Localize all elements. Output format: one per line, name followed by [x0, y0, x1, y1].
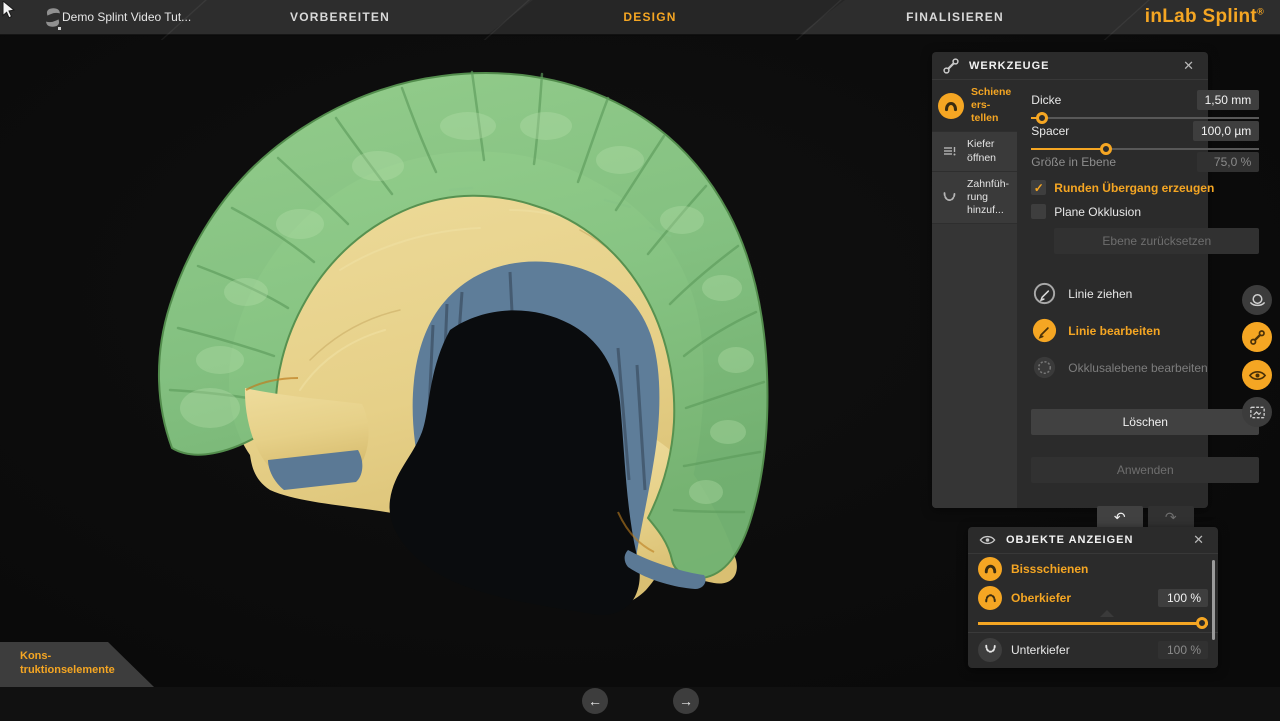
next-arrow-icon: → [679, 693, 693, 709]
close-icon[interactable]: ✕ [1189, 530, 1208, 550]
orbit-view-button[interactable] [1242, 285, 1272, 315]
tab-zahnfuehrung-hinzufuegen[interactable]: Zahnfüh-rung hinzuf... [932, 172, 1017, 224]
divider [968, 632, 1218, 633]
edit-occlusal-plane-tool[interactable]: Okklusalebene bearbeiten [1031, 354, 1259, 381]
orbit-view-icon [1248, 291, 1267, 310]
spacer-label: Spacer [1031, 124, 1069, 138]
objects-panel-scrollbar[interactable] [1212, 560, 1215, 640]
app-brand: inLab Splint® [1145, 6, 1264, 28]
tab-kiefer-oeffnen[interactable]: Kiefer öffnen [932, 132, 1017, 171]
prev-arrow-icon: ← [588, 693, 602, 709]
checkbox-plane-okklusion[interactable]: Plane Okklusion [1031, 204, 1259, 220]
mouse-cursor [2, 1, 18, 19]
checkbox-checked-icon[interactable]: ✓ [1031, 180, 1046, 195]
slider-notch [1100, 610, 1114, 617]
spacer-value-field[interactable]: 100,0 µm [1193, 121, 1259, 141]
groesse-value-field: 75,0 % [1197, 152, 1259, 172]
screenshot-button[interactable] [1242, 397, 1272, 427]
tab-schiene-erstellen[interactable]: Schiene ers-tellen [932, 80, 1017, 132]
wrench-icon [1249, 329, 1266, 346]
articulator-icon [938, 143, 960, 160]
objects-panel-header: OBJEKTE ANZEIGEN ✕ [968, 527, 1218, 554]
eye-icon [978, 532, 997, 548]
dicke-label: Dicke [1031, 93, 1061, 107]
phase-tab-vorbereiten[interactable]: VORBEREITEN [290, 10, 390, 24]
occlusal-plane-icon [1031, 354, 1058, 381]
screenshot-icon [1248, 403, 1267, 422]
document-title: Demo Splint Video Tut... [62, 10, 191, 24]
phase-tab-design[interactable]: DESIGN [623, 10, 676, 24]
edit-line-tool[interactable]: Linie bearbeiten [1031, 317, 1259, 344]
show-objects-button[interactable] [1242, 360, 1272, 390]
eye-icon [1248, 366, 1267, 385]
splint-arch-icon [938, 93, 964, 119]
checkbox-runden-uebergang[interactable]: ✓ Runden Übergang erzeugen [1031, 180, 1259, 196]
upper-jaw-icon [978, 586, 1002, 610]
tools-panel-title: WERKZEUGE [969, 60, 1179, 72]
draw-line-icon [1031, 280, 1058, 307]
tools-toggle-button[interactable] [1242, 322, 1272, 352]
oberkiefer-slider-knob[interactable] [1196, 617, 1208, 629]
splint-arch-icon [978, 557, 1002, 581]
objects-panel-title: OBJEKTE ANZEIGEN [1006, 534, 1189, 546]
reset-plane-button[interactable]: Ebene zurücksetzen [1054, 228, 1259, 254]
unterkiefer-opacity-field: 100 % [1158, 641, 1208, 659]
phase-tab-finalisieren[interactable]: FINALISIEREN [906, 10, 1004, 24]
dicke-slider-knob[interactable] [1036, 112, 1048, 124]
spacer-slider-knob[interactable] [1100, 143, 1112, 155]
undo-button[interactable]: ↶ [1097, 506, 1143, 529]
delete-button[interactable]: Löschen [1031, 409, 1259, 435]
title-indicator-dot [58, 27, 61, 30]
close-icon[interactable]: ✕ [1179, 56, 1198, 76]
oberkiefer-opacity-slider[interactable] [978, 617, 1208, 629]
guidance-arch-icon [938, 189, 960, 206]
bottom-bar [0, 687, 1280, 721]
next-step-button[interactable]: → [673, 688, 699, 714]
redo-button[interactable]: ↷ [1148, 506, 1194, 529]
tools-panel-header: WERKZEUGE ✕ [932, 52, 1208, 80]
wrench-icon [942, 57, 960, 75]
tools-tab-column: Schiene ers-tellen Kiefer öffnen Zahnfüh [932, 80, 1017, 508]
draw-line-tool[interactable]: Linie ziehen [1031, 280, 1259, 307]
top-bar: Demo Splint Video Tut... VORBEREITEN DES… [0, 0, 1280, 35]
previous-step-button[interactable]: ← [582, 688, 608, 714]
groesse-label: Größe in Ebene [1031, 155, 1116, 169]
dicke-value-field[interactable]: 1,50 mm [1197, 90, 1260, 110]
object-row-oberkiefer[interactable]: Oberkiefer 100 % [968, 583, 1218, 612]
edit-line-icon [1031, 317, 1058, 344]
dental-model-3d [150, 60, 800, 620]
objects-panel: OBJEKTE ANZEIGEN ✕ Bissschienen Oberkief… [968, 527, 1218, 668]
checkbox-unchecked-icon[interactable] [1031, 204, 1046, 219]
apply-button[interactable]: Anwenden [1031, 457, 1259, 483]
tools-panel: WERKZEUGE ✕ Schiene ers-tellen K [932, 52, 1208, 508]
object-row-unterkiefer[interactable]: Unterkiefer 100 % [968, 635, 1218, 664]
object-row-bissschienen[interactable]: Bissschienen [968, 554, 1218, 583]
oberkiefer-opacity-field[interactable]: 100 % [1158, 589, 1208, 607]
lower-jaw-icon [978, 638, 1002, 662]
